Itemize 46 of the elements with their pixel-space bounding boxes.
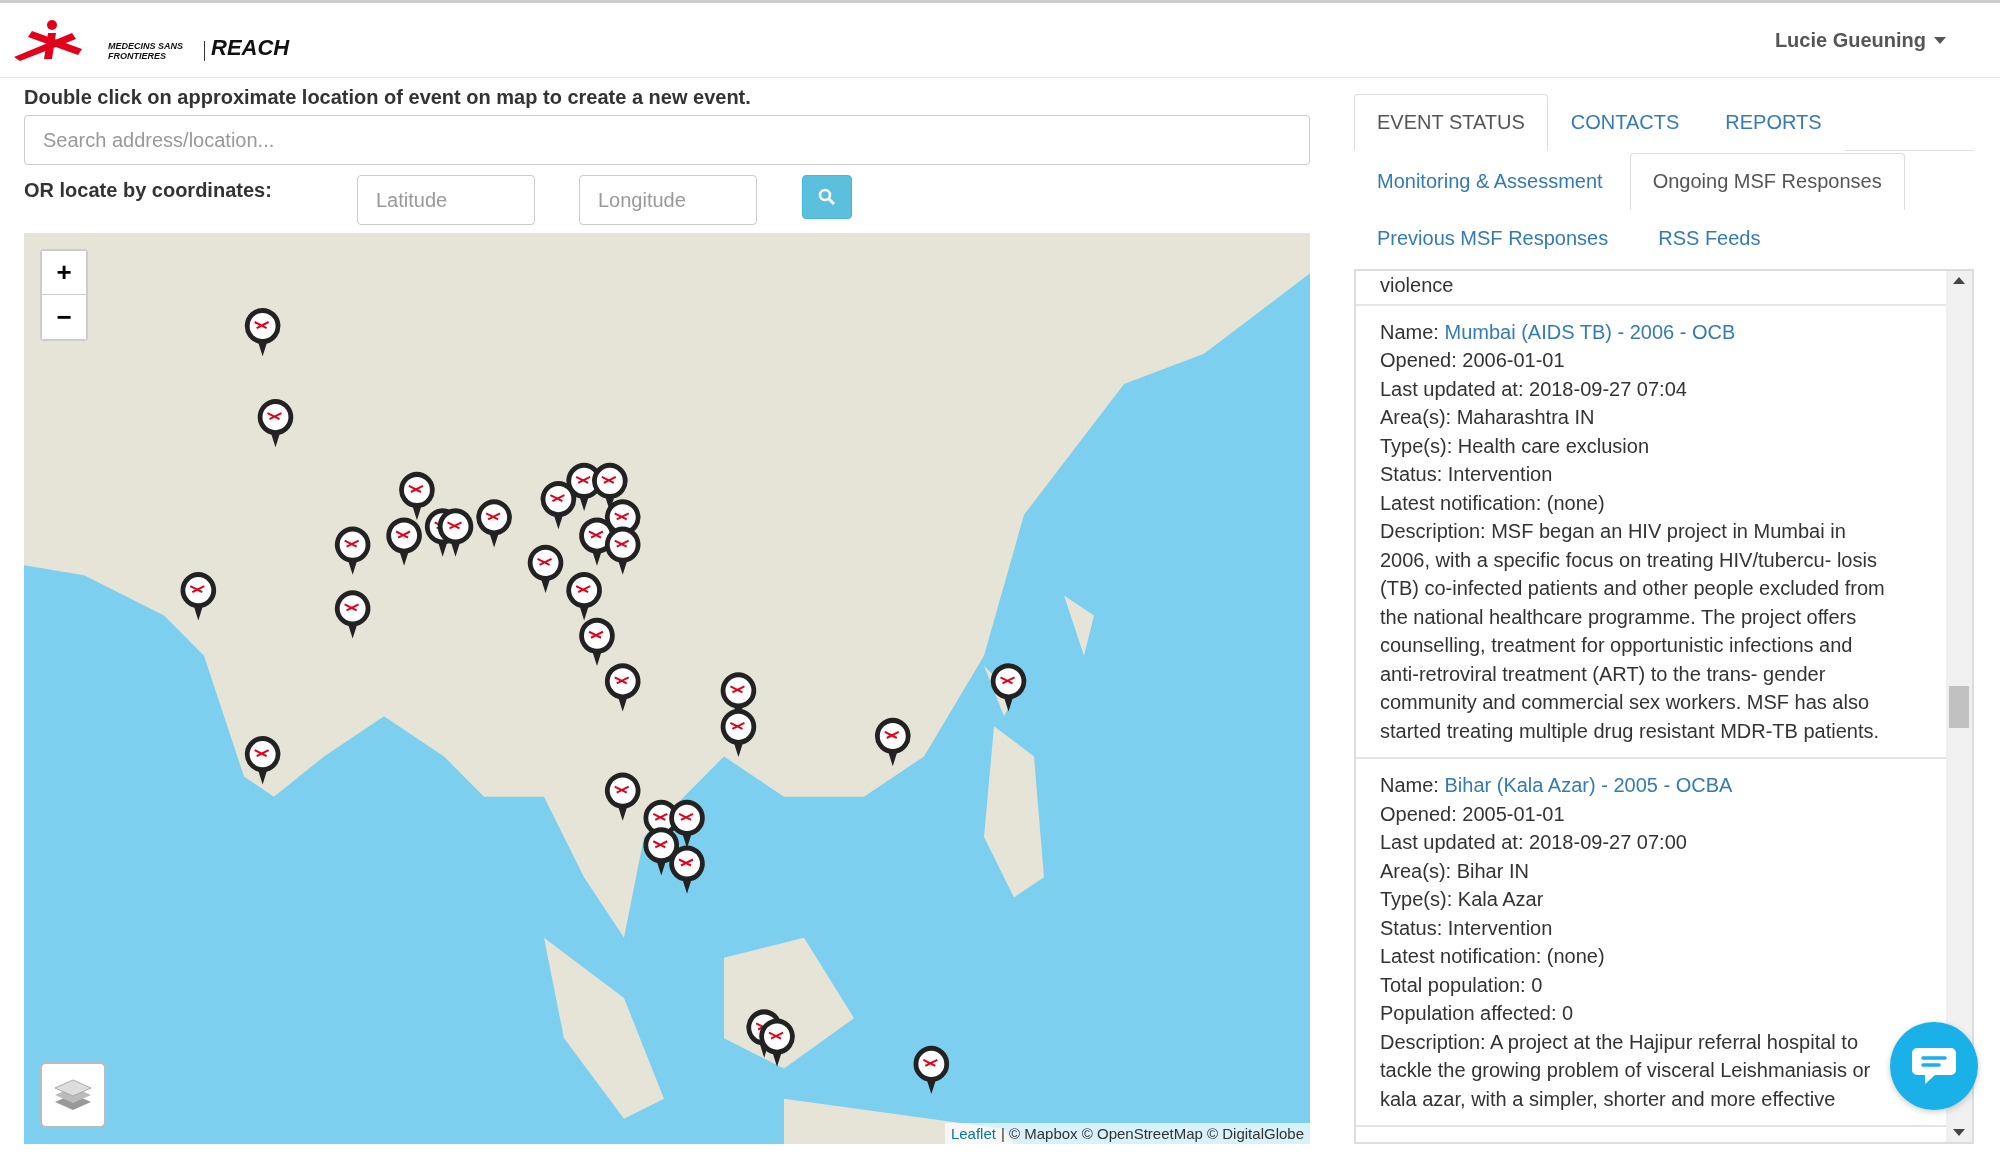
field-text: Latest notification: (none) <box>1380 944 1606 969</box>
scrollbar[interactable] <box>1946 271 1972 1142</box>
app-name: REACH <box>211 35 290 61</box>
field-text: Type(s): Kala Azar <box>1380 887 1545 912</box>
field-text: Opened: 2005-01-01 <box>1380 801 1566 827</box>
field-text: Latest notification: (none) <box>1380 490 1606 516</box>
name-label: Name: <box>1380 774 1439 796</box>
scroll-down-icon <box>1953 1129 1965 1136</box>
field-text: Status: Intervention <box>1380 915 1554 941</box>
field-text: Area(s): Bihar IN <box>1380 858 1530 884</box>
field-text: violence <box>1380 273 1455 298</box>
map-markers-drawing[interactable] <box>180 307 1027 1095</box>
search-button[interactable] <box>802 175 852 219</box>
field-text: Last updated at: 2018-09-27 07:00 <box>1380 830 1688 855</box>
subtab[interactable]: Ongoing MSF Responses <box>1629 153 1905 210</box>
response-link[interactable]: Mumbai (AIDS TB) - 2006 - OCB <box>1444 320 1736 343</box>
scroll-thumb[interactable] <box>1949 685 1969 728</box>
field-text: Description: MSF began an HIV project in Mumbai in 2006, with a specific focus on treating HIV/tubercu- losis (TB) co-infected patients and other people excluded from the national healthcare programme. The project offers counselling, treatment for opportunistic infections and anti-retroviral treatment (ART) to the trans- gender community and commercial sex workers. MSF has also started treating multiple drug resistant MDR-TB patients. <box>1380 519 1886 744</box>
caret-icon <box>1934 36 1946 44</box>
chat-button[interactable] <box>1890 1022 1978 1110</box>
coordinates-label: OR locate by coordinates: <box>24 179 273 202</box>
attribution-text: | © Mapbox © OpenStreetMap © DigitalGlobe <box>1000 1125 1304 1142</box>
layers-button[interactable] <box>40 1062 106 1128</box>
logo-text: MEDECINS SANS FRONTIERES <box>108 41 205 61</box>
chat-icon <box>1911 1046 1957 1086</box>
field-text: Area(s): Maharashtra IN <box>1380 405 1596 430</box>
scroll-up-icon <box>1953 277 1965 284</box>
search-field[interactable]: Search address/location... <box>24 115 1310 165</box>
field-text: Status: Intervention <box>1380 462 1554 487</box>
field-text: Population affected: 0 <box>1380 1001 1575 1026</box>
tab[interactable]: EVENT STATUS <box>1354 94 1548 151</box>
field-text: Description: A project at the Hajipur referral hospital to tackle the growing problem of visceral Leishmaniasis or kala azar, with a simpler, shorter and more effective <box>1380 1029 1872 1112</box>
zoom-in-button[interactable]: + <box>42 251 86 295</box>
latitude-field[interactable]: Latitude <box>357 175 535 225</box>
user-menu[interactable]: Lucie Gueuning <box>1768 27 1952 53</box>
name-label: Name: <box>1380 320 1439 343</box>
field-text: Last updated at: 2018-09-27 07:04 <box>1380 376 1688 402</box>
instruction-text: Double click on approximate location of event on map to create a new event. <box>24 86 752 109</box>
field-text: Total population: 0 <box>1380 972 1544 998</box>
field-text: Opened: 2006-01-01 <box>1380 348 1566 373</box>
field-text: Type(s): Health care exclusion <box>1380 433 1650 459</box>
longitude-field[interactable]: Longitude <box>579 175 757 225</box>
layers-icon <box>54 1078 92 1112</box>
response-link[interactable]: Bihar (Kala Azar) - 2005 - OCBA <box>1444 774 1733 796</box>
search-icon <box>818 188 836 206</box>
leaflet-link[interactable]: Leaflet <box>950 1125 996 1142</box>
